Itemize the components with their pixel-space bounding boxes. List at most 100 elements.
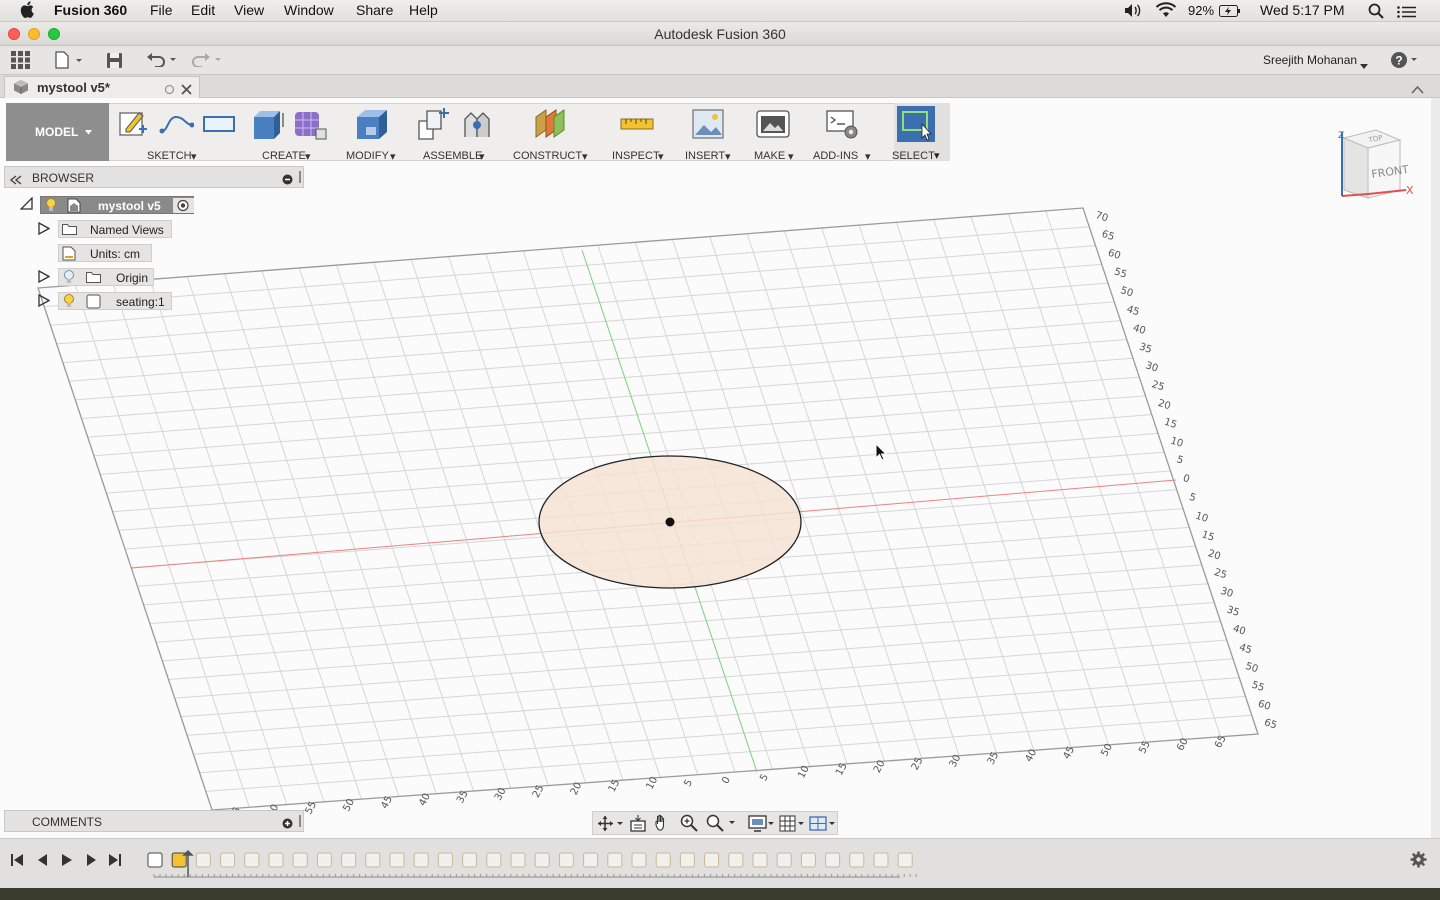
timeline-feature-track[interactable] (140, 847, 920, 881)
timeline-play-icon[interactable] (60, 853, 74, 872)
collapse-tab-bar-chevron-icon[interactable] (1411, 81, 1424, 99)
browser-node-seating[interactable]: seating:1 (58, 292, 172, 310)
browser-root-node[interactable]: mystool v5 (40, 196, 194, 214)
user-account-menu[interactable]: Sreejith Mohanan (1263, 53, 1357, 67)
origin-visibility-bulb-icon[interactable] (63, 270, 75, 287)
display-settings-icon[interactable] (748, 815, 776, 837)
timeline-feature-icon[interactable] (825, 852, 841, 868)
orbit-icon[interactable] (597, 815, 625, 837)
timeline-feature-icon[interactable] (704, 852, 720, 868)
joint-icon[interactable] (459, 107, 495, 141)
root-visibility-bulb-icon[interactable] (45, 198, 57, 215)
timeline-feature-icon[interactable] (897, 852, 913, 868)
menu-edit[interactable]: Edit (191, 2, 215, 18)
addins-group-label[interactable]: ADD-INS (813, 150, 858, 162)
zoom-window-icon[interactable] (706, 814, 738, 837)
add-comment-icon[interactable] (282, 816, 293, 834)
create-sketch-icon[interactable] (117, 107, 149, 141)
timeline-feature-icon[interactable] (679, 852, 695, 868)
apple-icon[interactable] (20, 1, 34, 21)
timeline-step-forward-icon[interactable] (84, 853, 98, 872)
zoom-icon[interactable] (680, 814, 698, 837)
timeline-feature-icon[interactable] (220, 852, 236, 868)
create-group-label[interactable]: CREATE (262, 150, 306, 162)
scripts-addins-icon[interactable] (825, 107, 861, 141)
extrude-icon[interactable] (250, 107, 286, 141)
pan-hand-icon[interactable] (654, 814, 672, 837)
file-menu-icon[interactable] (54, 51, 84, 74)
browser-panel-header[interactable]: BROWSER (4, 166, 304, 188)
modify-group-label[interactable]: MODIFY (346, 150, 389, 162)
user-menu-caret-icon[interactable] (1360, 57, 1368, 75)
spotlight-search-icon[interactable] (1368, 3, 1384, 22)
timeline-feature-icon[interactable] (389, 852, 405, 868)
save-icon[interactable] (106, 52, 123, 74)
timeline-feature-icon[interactable] (655, 852, 671, 868)
look-at-icon[interactable] (629, 815, 647, 837)
timeline-feature-icon[interactable] (534, 852, 550, 868)
help-icon[interactable]: ? (1390, 51, 1420, 74)
select-tool-button[interactable]: SELECT ▾ (892, 103, 950, 162)
timeline-feature-icon[interactable] (631, 852, 647, 868)
timeline-feature-icon[interactable] (147, 852, 163, 868)
timeline-feature-icon[interactable] (607, 852, 623, 868)
document-tab[interactable]: mystool v5* (4, 76, 200, 98)
menu-view[interactable]: View (234, 2, 264, 18)
browser-minimize-icon[interactable] (282, 172, 293, 190)
timeline-feature-icon[interactable] (292, 852, 308, 868)
menu-help[interactable]: Help (409, 2, 438, 18)
offset-plane-icon[interactable] (532, 107, 568, 141)
comments-resize-handle[interactable] (299, 815, 301, 827)
menu-share[interactable]: Share (356, 2, 393, 18)
comments-panel-header[interactable]: COMMENTS (4, 810, 304, 832)
timeline-feature-icon[interactable] (873, 852, 889, 868)
insert-group-label[interactable]: INSERT (685, 150, 725, 162)
undo-icon[interactable] (146, 53, 178, 72)
named-views-expand-icon[interactable] (38, 221, 51, 238)
menu-window[interactable]: Window (284, 2, 334, 18)
menubar-clock[interactable]: Wed 5:17 PM (1260, 2, 1345, 18)
timeline-feature-icon[interactable] (583, 852, 599, 868)
menu-app-name[interactable]: Fusion 360 (54, 2, 127, 18)
create-form-icon[interactable] (292, 107, 328, 141)
timeline-feature-icon[interactable] (413, 852, 429, 868)
timeline-feature-icon[interactable] (486, 852, 502, 868)
make-group-label[interactable]: MAKE (754, 150, 785, 162)
construct-group-label[interactable]: CONSTRUCT (513, 150, 582, 162)
timeline-feature-icon[interactable] (776, 852, 792, 868)
timeline-start-icon[interactable] (10, 853, 24, 872)
seating-visibility-bulb-icon[interactable] (63, 294, 75, 311)
timeline-feature-icon[interactable] (244, 852, 260, 868)
activate-component-radio-icon[interactable] (173, 198, 194, 213)
timeline-feature-icon[interactable] (462, 852, 478, 868)
measure-icon[interactable] (619, 107, 655, 141)
assemble-group-label[interactable]: ASSEMBLE (423, 150, 482, 162)
browser-node-named-views[interactable]: Named Views (58, 220, 172, 238)
sketch-rectangle-icon[interactable] (201, 107, 237, 141)
design-canvas[interactable]: 70 65 60 55 50 45 40 35 30 25 20 15 10 5 0 5 10 15 20 25 30 3… (0, 98, 1431, 838)
grid-settings-icon[interactable] (779, 815, 807, 837)
wifi-icon[interactable] (1155, 2, 1177, 21)
seating-expand-icon[interactable] (38, 293, 51, 310)
timeline-feature-icon[interactable] (268, 852, 284, 868)
timeline-feature-icon[interactable] (558, 852, 574, 868)
insert-image-icon[interactable] (691, 107, 727, 141)
timeline-feature-icon[interactable] (316, 852, 332, 868)
browser-node-origin[interactable]: Origin (58, 268, 154, 286)
sketch-spline-icon[interactable] (158, 107, 195, 141)
collapse-browser-icon[interactable] (9, 172, 22, 190)
timeline-feature-icon[interactable] (728, 852, 744, 868)
timeline-feature-icon[interactable] (365, 852, 381, 868)
menu-file[interactable]: File (150, 2, 173, 18)
new-component-icon[interactable] (415, 107, 451, 141)
render-make-icon[interactable] (755, 107, 791, 141)
timeline-feature-icon[interactable] (752, 852, 768, 868)
data-panel-grid-icon[interactable] (11, 51, 30, 74)
timeline-settings-gear-icon[interactable] (1410, 851, 1427, 873)
timeline-feature-icon[interactable] (800, 852, 816, 868)
timeline-feature-icon[interactable] (341, 852, 357, 868)
timeline-step-back-icon[interactable] (35, 853, 49, 872)
browser-node-units[interactable]: Units: cm (58, 244, 152, 262)
volume-icon[interactable] (1124, 3, 1142, 21)
timeline-feature-icon[interactable] (437, 852, 453, 868)
